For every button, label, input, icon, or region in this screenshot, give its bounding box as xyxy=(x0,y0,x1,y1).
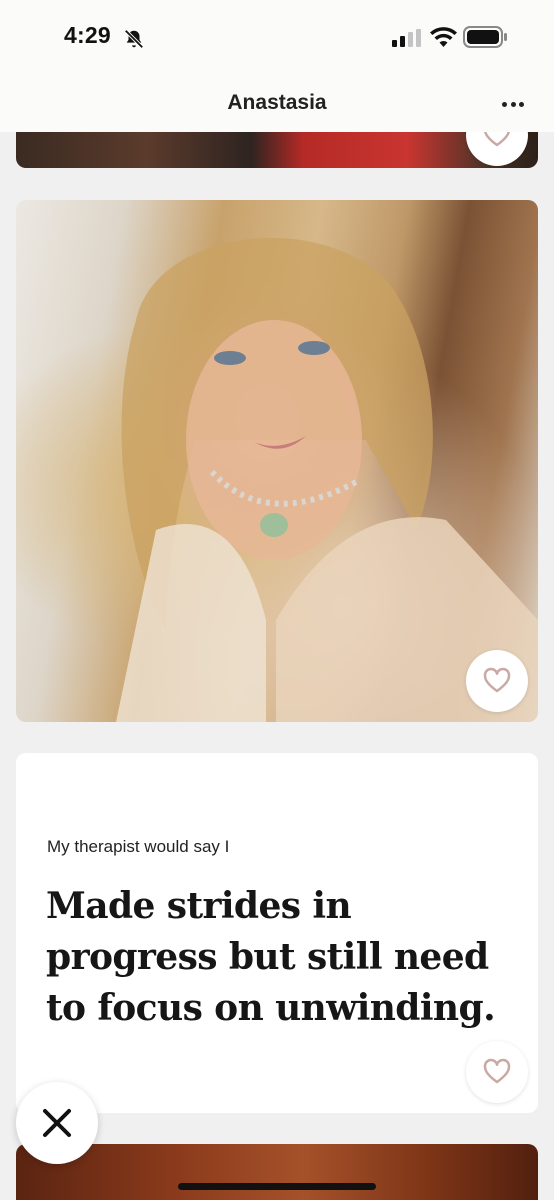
ellipsis-dot xyxy=(510,101,516,107)
like-photo-button[interactable] xyxy=(466,650,528,712)
home-indicator[interactable] xyxy=(178,1183,376,1190)
profile-name-title: Anastasia xyxy=(227,91,327,114)
profile-screen: 4:29 Anastasia My therapist would say I … xyxy=(0,0,554,1200)
status-time: 4:29 xyxy=(64,22,111,48)
skip-button[interactable] xyxy=(16,1082,98,1164)
wifi-icon xyxy=(430,27,457,47)
heart-outline-icon xyxy=(483,1058,511,1084)
prompt-card: My therapist would say I Made strides in… xyxy=(16,753,538,1113)
selfie-illustration xyxy=(116,237,538,722)
prompt-answer: Made strides in progress but still need … xyxy=(46,885,496,1029)
cellular-signal-icon xyxy=(392,29,421,47)
battery-icon xyxy=(463,26,507,48)
profile-photo-selfie[interactable] xyxy=(16,200,538,722)
heart-outline-icon xyxy=(483,667,511,693)
status-bar: 4:29 xyxy=(0,0,554,76)
profile-photo-next[interactable] xyxy=(16,1144,538,1200)
bell-slash-icon xyxy=(124,29,144,49)
more-options-button[interactable] xyxy=(496,90,530,118)
profile-header: Anastasia xyxy=(0,76,554,132)
like-prompt-button[interactable] xyxy=(466,1041,528,1103)
ellipsis-icon xyxy=(501,101,507,107)
prompt-question: My therapist would say I xyxy=(47,837,230,856)
close-x-icon xyxy=(43,1109,71,1137)
ellipsis-dot xyxy=(519,101,525,107)
